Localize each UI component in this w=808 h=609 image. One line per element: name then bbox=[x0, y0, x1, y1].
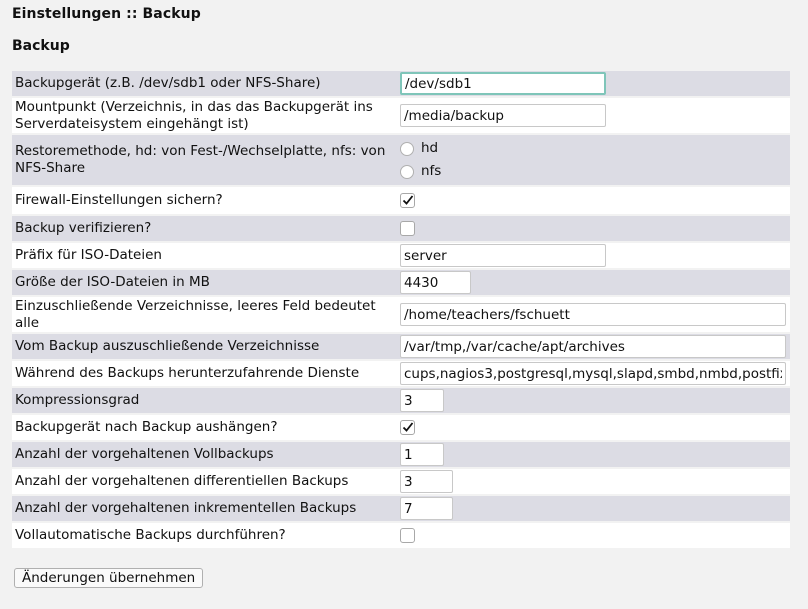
form-row-auto: Vollautomatische Backups durchführen? bbox=[12, 523, 790, 548]
form-row-full-keep: Anzahl der vorgehaltenen Vollbackups bbox=[12, 442, 790, 467]
include-dirs-label: Einzuschließende Verzeichnisse, leeres F… bbox=[12, 297, 395, 332]
form-row-device: Backupgerät (z.B. /dev/sdb1 oder NFS-Sha… bbox=[12, 71, 790, 96]
firewall-label: Firewall-Einstellungen sichern? bbox=[12, 187, 395, 214]
unmount-checkbox[interactable] bbox=[400, 419, 415, 435]
compression-input[interactable] bbox=[400, 389, 444, 412]
restore-nfs-radio[interactable] bbox=[400, 164, 414, 179]
checkmark-icon bbox=[402, 421, 414, 432]
iso-prefix-label: Präfix für ISO-Dateien bbox=[12, 243, 395, 268]
form-row-iso-prefix: Präfix für ISO-Dateien bbox=[12, 243, 790, 268]
form-row-compression: Kompressionsgrad bbox=[12, 388, 790, 413]
form-row-exclude-dirs: Vom Backup auszuschließende Verzeichniss… bbox=[12, 334, 790, 359]
form-row-verify: Backup verifizieren? bbox=[12, 216, 790, 241]
device-label: Backupgerät (z.B. /dev/sdb1 oder NFS-Sha… bbox=[12, 71, 395, 96]
form-row-mountpoint: Mountpunkt (Verzeichnis, in das das Back… bbox=[12, 98, 790, 133]
restore-label: Restoremethode, hd: von Fest-/Wechselpla… bbox=[12, 135, 395, 185]
firewall-checkbox[interactable] bbox=[400, 192, 415, 208]
device-input[interactable] bbox=[400, 72, 606, 95]
diff-keep-label: Anzahl der vorgehaltenen differentiellen… bbox=[12, 469, 395, 494]
form-row-inc-keep: Anzahl der vorgehaltenen inkrementellen … bbox=[12, 496, 790, 521]
unmount-label: Backupgerät nach Backup aushängen? bbox=[12, 415, 395, 440]
iso-prefix-input[interactable] bbox=[400, 244, 606, 267]
restore-hd-label: hd bbox=[421, 140, 439, 156]
inc-keep-input[interactable] bbox=[400, 497, 453, 520]
form-row-unmount: Backupgerät nach Backup aushängen? bbox=[12, 415, 790, 440]
restore-nfs-label: nfs bbox=[421, 163, 442, 179]
restore-option-nfs[interactable]: nfs bbox=[400, 160, 787, 183]
inc-keep-label: Anzahl der vorgehaltenen inkrementellen … bbox=[12, 496, 395, 521]
page-title: Einstellungen :: Backup bbox=[12, 6, 201, 22]
form-row-firewall: Firewall-Einstellungen sichern? bbox=[12, 187, 790, 214]
diff-keep-input[interactable] bbox=[400, 470, 453, 493]
compression-label: Kompressionsgrad bbox=[12, 388, 395, 413]
mountpoint-label: Mountpunkt (Verzeichnis, in das das Back… bbox=[12, 98, 395, 133]
form-row-iso-size: Größe der ISO-Dateien in MB bbox=[12, 270, 790, 295]
form-row-services: Während des Backups herunterzufahrende D… bbox=[12, 361, 790, 386]
form-row-diff-keep: Anzahl der vorgehaltenen differentiellen… bbox=[12, 469, 790, 494]
iso-size-label: Größe der ISO-Dateien in MB bbox=[12, 270, 395, 295]
checkmark-icon bbox=[402, 194, 414, 205]
full-keep-label: Anzahl der vorgehaltenen Vollbackups bbox=[12, 442, 395, 467]
exclude-dirs-input[interactable] bbox=[400, 335, 786, 358]
restore-option-hd[interactable]: hd bbox=[400, 137, 787, 160]
apply-changes-button[interactable]: Änderungen übernehmen bbox=[14, 568, 204, 588]
mountpoint-input[interactable] bbox=[400, 104, 606, 127]
auto-label: Vollautomatische Backups durchführen? bbox=[12, 523, 395, 548]
services-label: Während des Backups herunterzufahrende D… bbox=[12, 361, 395, 386]
backup-settings-form: Backupgerät (z.B. /dev/sdb1 oder NFS-Sha… bbox=[12, 69, 790, 550]
restore-hd-radio[interactable] bbox=[400, 141, 414, 156]
section-title: Backup bbox=[12, 38, 70, 54]
iso-size-input[interactable] bbox=[400, 271, 471, 294]
include-dirs-input[interactable] bbox=[400, 303, 786, 326]
form-row-include-dirs: Einzuschließende Verzeichnisse, leeres F… bbox=[12, 297, 790, 332]
verify-checkbox[interactable] bbox=[400, 220, 415, 236]
exclude-dirs-label: Vom Backup auszuschließende Verzeichniss… bbox=[12, 334, 395, 359]
services-input[interactable] bbox=[400, 362, 786, 385]
verify-label: Backup verifizieren? bbox=[12, 216, 395, 241]
full-keep-input[interactable] bbox=[400, 443, 444, 466]
form-row-restore: Restoremethode, hd: von Fest-/Wechselpla… bbox=[12, 135, 790, 185]
auto-checkbox[interactable] bbox=[400, 527, 415, 543]
